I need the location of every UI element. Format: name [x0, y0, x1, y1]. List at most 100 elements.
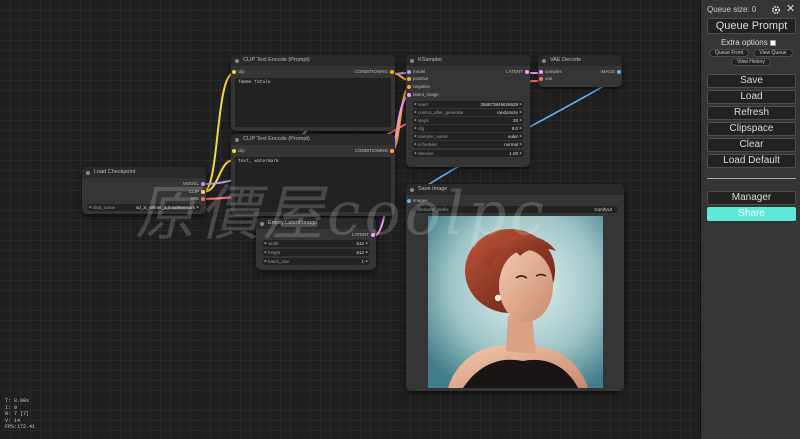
render-stats: T: 0.00s I: 0 N: 7 [7] V: 14 FPS:172.41	[5, 398, 35, 431]
model-slot-dot[interactable]	[407, 70, 411, 74]
node-clip-text-encode-negative[interactable]: CLIP Text Encode (Prompt) clip CONDITION…	[231, 134, 395, 216]
node-title[interactable]: KSampler	[406, 55, 530, 66]
load-button[interactable]: Load	[707, 90, 796, 104]
latent-slot-dot[interactable]	[525, 70, 529, 74]
width-widget[interactable]: width 512	[262, 240, 370, 247]
node-title[interactable]: Load Checkpoint	[82, 167, 206, 178]
input-vae[interactable]: vae	[538, 76, 552, 82]
clip-slot-dot[interactable]	[201, 190, 205, 194]
manager-button[interactable]: Manager	[707, 191, 796, 205]
extra-options-label: Extra options	[721, 38, 768, 47]
widget-value: 1.00	[509, 151, 518, 156]
node-title[interactable]: CLIP Text Encode (Prompt)	[231, 134, 395, 145]
slot-label: vae	[545, 76, 553, 81]
slot-label: IMAGE	[600, 69, 615, 74]
input-negative[interactable]: negative	[406, 84, 430, 90]
image-slot-dot[interactable]	[407, 199, 411, 203]
output-model[interactable]: MODEL	[183, 181, 206, 187]
conditioning-slot-dot[interactable]	[390, 70, 394, 74]
output-vae[interactable]: VAE	[190, 196, 206, 202]
input-latent-image[interactable]: latent_image	[406, 92, 439, 98]
cfg-widget[interactable]: cfg 8.0	[412, 125, 524, 132]
prompt-textarea[interactable]: femme fatale	[235, 78, 391, 127]
queue-front-button[interactable]: Queue Front	[709, 49, 749, 57]
input-model[interactable]: model	[406, 69, 425, 75]
node-ksampler[interactable]: KSampler model LATENT positive negative …	[406, 55, 530, 167]
prompt-textarea[interactable]: text, watermark	[235, 157, 391, 212]
output-latent[interactable]: LATENT	[352, 232, 376, 238]
node-title[interactable]: CLIP Text Encode (Prompt)	[231, 55, 395, 66]
widget-label: filename_prefix	[418, 207, 449, 212]
scheduler-widget[interactable]: scheduler normal	[412, 141, 524, 148]
output-image[interactable]: IMAGE	[600, 69, 622, 75]
conditioning-slot-dot[interactable]	[390, 149, 394, 153]
view-queue-button[interactable]: View Queue	[753, 49, 793, 57]
clipspace-button[interactable]: Clipspace	[707, 122, 796, 136]
slot-label: CLIP	[188, 189, 199, 194]
input-clip[interactable]: clip	[231, 69, 245, 75]
node-graph-canvas[interactable]: CLIP Text Encode (Prompt) clip CONDITION…	[0, 0, 700, 439]
node-vae-decode[interactable]: VAE Decode samples IMAGE vae	[538, 55, 622, 87]
vae-slot-dot[interactable]	[539, 77, 543, 81]
steps-widget[interactable]: steps 20	[412, 117, 524, 124]
output-conditioning[interactable]: CONDITIONING	[355, 148, 395, 154]
slot-label: model	[413, 69, 426, 74]
slot-label: LATENT	[352, 232, 369, 237]
queue-prompt-button[interactable]: Queue Prompt	[707, 18, 796, 34]
refresh-button[interactable]: Refresh	[707, 106, 796, 120]
save-button[interactable]: Save	[707, 74, 796, 88]
stat-fps: FPS:172.41	[5, 424, 36, 430]
conditioning-slot-dot[interactable]	[407, 85, 411, 89]
load-default-button[interactable]: Load Default	[707, 154, 796, 168]
node-clip-text-encode-positive[interactable]: CLIP Text Encode (Prompt) clip CONDITION…	[231, 55, 395, 131]
slot-label: MODEL	[182, 181, 199, 186]
control-after-generate-widget[interactable]: control_after_generate randomize	[412, 109, 524, 116]
slot-label: clip	[238, 69, 245, 74]
node-load-checkpoint[interactable]: Load Checkpoint MODEL CLIP VAE ckpt_name…	[82, 167, 206, 214]
vae-slot-dot[interactable]	[201, 197, 205, 201]
widget-value: ComfyUI	[594, 207, 612, 212]
extra-options-checkbox[interactable]	[769, 39, 776, 46]
seed-widget[interactable]: seed 356873849626529	[412, 101, 524, 108]
node-title[interactable]: Save Image	[406, 184, 624, 195]
batch-size-widget[interactable]: batch_size 1	[262, 258, 370, 265]
node-title[interactable]: Empty Latent Image	[256, 218, 376, 229]
output-latent[interactable]: LATENT	[506, 69, 530, 75]
extra-options[interactable]: Extra options	[721, 38, 776, 47]
filename-prefix-widget[interactable]: filename_prefix ComfyUI	[412, 206, 618, 213]
close-icon[interactable]: ✕	[786, 2, 795, 15]
denoise-widget[interactable]: denoise 1.00	[412, 150, 524, 157]
node-title[interactable]: VAE Decode	[538, 55, 622, 66]
gear-icon[interactable]	[771, 5, 781, 15]
clip-slot-dot[interactable]	[232, 70, 236, 74]
output-clip[interactable]: CLIP	[189, 189, 206, 195]
latent-slot-dot[interactable]	[371, 233, 375, 237]
generated-image-preview[interactable]	[428, 216, 603, 388]
clear-button[interactable]: Clear	[707, 138, 796, 152]
queue-size-label: Queue size: 0	[707, 5, 757, 14]
input-clip[interactable]: clip	[231, 148, 245, 154]
widget-value: normal	[504, 142, 518, 147]
view-history-button[interactable]: View History	[731, 58, 771, 66]
ckpt-name-widget[interactable]: ckpt_name sd_xl_refiner_1.0.safetensors	[87, 204, 201, 211]
node-empty-latent-image[interactable]: Empty Latent Image LATENT width 512 heigh…	[256, 218, 376, 270]
sampler-name-widget[interactable]: sampler_name euler	[412, 133, 524, 140]
input-positive[interactable]: positive	[406, 76, 428, 82]
latent-slot-dot[interactable]	[539, 70, 543, 74]
widget-label: denoise	[418, 151, 434, 156]
share-button[interactable]: Share	[707, 207, 796, 221]
image-slot-dot[interactable]	[617, 70, 621, 74]
height-widget[interactable]: height 512	[262, 249, 370, 256]
output-conditioning[interactable]: CONDITIONING	[355, 69, 395, 75]
model-slot-dot[interactable]	[201, 182, 205, 186]
node-save-image[interactable]: Save Image images filename_prefix ComfyUI	[406, 184, 624, 391]
clip-slot-dot[interactable]	[232, 149, 236, 153]
input-images[interactable]: images	[406, 198, 428, 204]
latent-slot-dot[interactable]	[407, 93, 411, 97]
widget-label: scheduler	[418, 142, 438, 147]
widget-value: euler	[507, 134, 518, 139]
widget-label: batch_size	[268, 259, 290, 264]
input-samples[interactable]: samples	[538, 69, 562, 75]
widget-label: ckpt_name	[93, 205, 116, 210]
conditioning-slot-dot[interactable]	[407, 77, 411, 81]
